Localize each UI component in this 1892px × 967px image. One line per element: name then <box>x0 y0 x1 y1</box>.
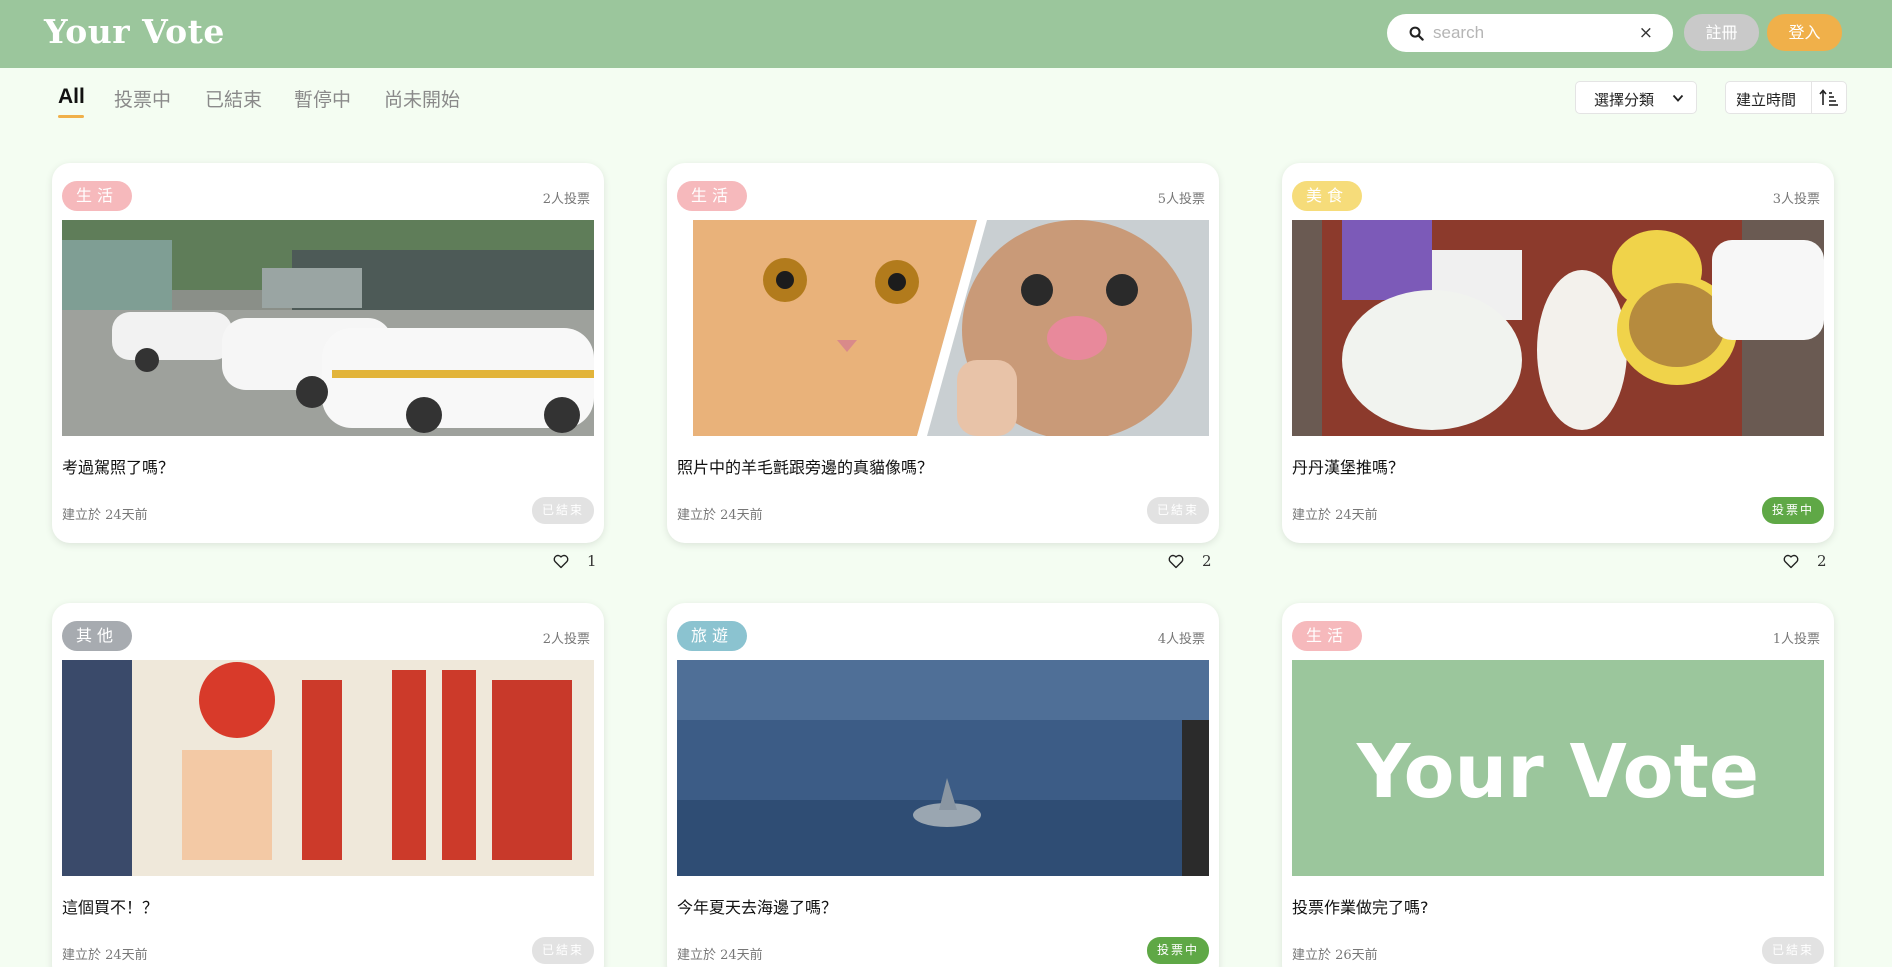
poll-card[interactable]: 美食 3人投票 丹丹漢堡推嗎？ 建立於 24天前 投票中 <box>1282 163 1834 543</box>
poll-card[interactable]: 旅遊 4人投票 今年夏天去海邊了嗎？ 建立於 24天前 投票中 <box>667 603 1219 967</box>
created-time: 建立於 24天前 <box>62 948 148 963</box>
poll-card[interactable]: 生活 5人投票 照片中的羊毛氈跟旁邊的真貓像嗎？ 建立於 24天前 已結束 <box>667 163 1219 543</box>
poll-card[interactable]: 其他 2人投票 這個買不！？ 建立於 24天前 已結束 <box>52 603 604 967</box>
like-count: 2 <box>1817 552 1827 570</box>
poll-image-your-vote-banner[interactable]: Your Vote <box>1292 660 1824 876</box>
like-count: 2 <box>1202 552 1212 570</box>
top-header: Your Vote × 註冊 登入 <box>0 0 1892 68</box>
like-count: 1 <box>587 552 597 570</box>
login-button[interactable]: 登入 <box>1767 14 1842 51</box>
vote-count: 5人投票 <box>1157 192 1205 207</box>
vote-count: 1人投票 <box>1772 632 1820 647</box>
category-badge: 旅遊 <box>677 621 748 651</box>
poll-title[interactable]: 考過駕照了嗎？ <box>62 454 174 478</box>
chevron-down-icon <box>1672 94 1684 102</box>
created-time: 建立於 24天前 <box>62 508 148 523</box>
register-button[interactable]: 註冊 <box>1684 14 1759 51</box>
heart-icon[interactable] <box>553 554 569 569</box>
category-badge: 生活 <box>1292 621 1363 651</box>
site-logo[interactable]: Your Vote <box>44 12 225 51</box>
heart-icon[interactable] <box>1168 554 1184 569</box>
banner-text: Your Vote <box>1356 729 1759 815</box>
sort-field-label[interactable]: 建立時間 <box>1736 89 1796 110</box>
search-bar: × <box>1387 14 1673 52</box>
poll-title[interactable]: 這個買不！？ <box>62 894 158 918</box>
poll-image-driving-school[interactable] <box>62 220 594 436</box>
poll-image-fast-food[interactable] <box>1292 220 1824 436</box>
active-tab-indicator <box>58 115 84 118</box>
created-time: 建立於 24天前 <box>677 508 763 523</box>
vote-count: 3人投票 <box>1772 192 1820 207</box>
created-time: 建立於 24天前 <box>677 948 763 963</box>
tab-ended[interactable]: 已結束 <box>205 85 262 112</box>
category-badge: 美食 <box>1292 181 1363 211</box>
poll-title[interactable]: 照片中的羊毛氈跟旁邊的真貓像嗎？ <box>677 454 933 478</box>
category-select-label: 選擇分類 <box>1594 91 1655 109</box>
created-time: 建立於 24天前 <box>1292 508 1378 523</box>
status-badge: 投票中 <box>1146 937 1209 964</box>
category-badge: 生活 <box>677 181 748 211</box>
tab-all[interactable]: All <box>58 85 85 109</box>
search-input[interactable] <box>1433 22 1633 44</box>
sort-ascending-icon[interactable] <box>1819 89 1839 107</box>
tab-paused[interactable]: 暫停中 <box>294 85 351 112</box>
poll-card[interactable]: 生活 1人投票 Your Vote 投票作業做完了嗎? 建立於 26天前 已結束 <box>1282 603 1834 967</box>
status-badge: 已結束 <box>531 497 594 524</box>
sort-control[interactable]: 建立時間 <box>1725 81 1847 114</box>
poll-image-sea[interactable] <box>677 660 1209 876</box>
status-badge: 已結束 <box>1761 937 1824 964</box>
poll-title[interactable]: 丹丹漢堡推嗎？ <box>1292 454 1404 478</box>
heart-icon[interactable] <box>1783 554 1799 569</box>
category-badge: 其他 <box>62 621 133 651</box>
created-time: 建立於 26天前 <box>1292 948 1378 963</box>
tab-voting[interactable]: 投票中 <box>114 85 171 112</box>
poll-image-cats[interactable] <box>677 220 1209 436</box>
poll-image-book[interactable] <box>62 660 594 876</box>
status-badge: 已結束 <box>531 937 594 964</box>
category-badge: 生活 <box>62 181 133 211</box>
category-select[interactable]: 選擇分類 <box>1575 81 1697 114</box>
status-badge: 投票中 <box>1761 497 1824 524</box>
vote-count: 4人投票 <box>1157 632 1205 647</box>
vote-count: 2人投票 <box>542 192 590 207</box>
search-icon <box>1409 26 1424 41</box>
poll-card[interactable]: 生活 2人投票 考過駕照了嗎？ 建立於 24天前 已結束 <box>52 163 604 543</box>
tab-not-started[interactable]: 尚未開始 <box>384 85 460 112</box>
poll-title[interactable]: 投票作業做完了嗎? <box>1292 894 1429 918</box>
vote-count: 2人投票 <box>542 632 590 647</box>
poll-title[interactable]: 今年夏天去海邊了嗎？ <box>677 894 837 918</box>
status-badge: 已結束 <box>1146 497 1209 524</box>
clear-search-icon[interactable]: × <box>1639 23 1653 43</box>
sort-divider <box>1811 82 1812 113</box>
